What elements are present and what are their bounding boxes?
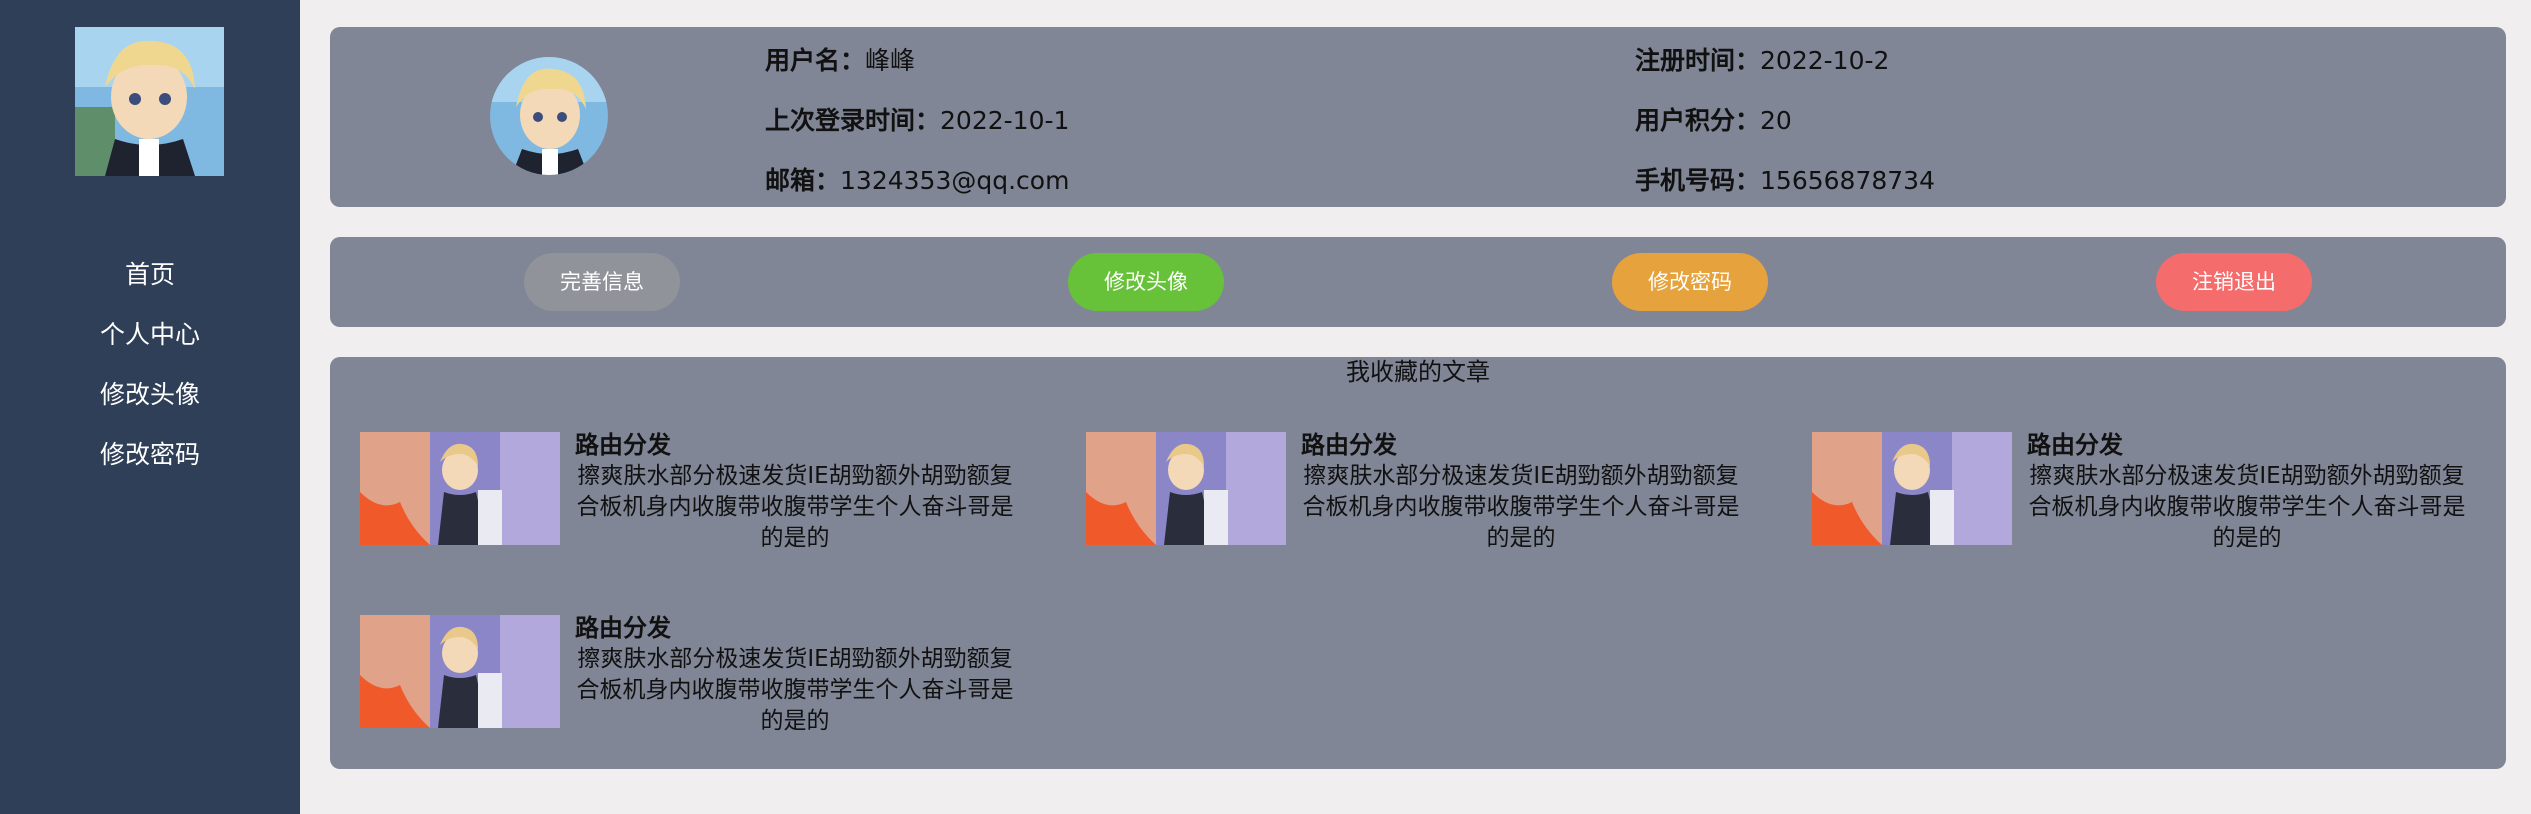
sidebar-item-change-password[interactable]: 修改密码 [0, 425, 300, 485]
article-description: 擦爽肤水部分极速发货IE胡勁额外胡勁额复合板机身内收腹带收腹带学生个人奋斗哥是的… [1302, 463, 1740, 551]
article-thumbnail[interactable] [1812, 432, 2012, 545]
email-row: 邮箱：1324353@qq.com [765, 161, 1069, 197]
points-row: 用户积分：20 [1635, 101, 1792, 137]
profile-panel: 用户名：峰峰 上次登录时间：2022-10-1 邮箱：1324353@qq.co… [330, 27, 2506, 207]
last-login-label: 上次登录时间： [765, 106, 941, 135]
actions-panel: 完善信息 修改头像 修改密码 注销退出 [330, 237, 2506, 327]
article-card[interactable]: 路由分发 擦爽肤水部分极速发货IE胡勁额外胡勁额复合板机身内收腹带收腹带学生个人… [360, 613, 1020, 735]
sidebar-item-profile[interactable]: 个人中心 [0, 305, 300, 365]
sidebar: 首页 个人中心 修改头像 修改密码 [0, 0, 300, 814]
article-description: 擦爽肤水部分极速发货IE胡勁额外胡勁额复合板机身内收腹带收腹带学生个人奋斗哥是的… [576, 646, 1014, 734]
article-title[interactable]: 路由分发 [575, 613, 671, 644]
sidebar-item-change-avatar[interactable]: 修改头像 [0, 365, 300, 425]
register-time-label: 注册时间： [1635, 46, 1761, 75]
last-login-value: 2022-10-1 [940, 106, 1070, 135]
article-thumbnail[interactable] [360, 615, 560, 728]
article-description: 擦爽肤水部分极速发货IE胡勁额外胡勁额复合板机身内收腹带收腹带学生个人奋斗哥是的… [576, 463, 1014, 551]
sidebar-item-home[interactable]: 首页 [0, 245, 300, 305]
complete-info-button[interactable]: 完善信息 [524, 253, 680, 311]
sidebar-avatar[interactable] [75, 27, 224, 176]
change-password-button[interactable]: 修改密码 [1612, 253, 1768, 311]
article-card[interactable]: 路由分发 擦爽肤水部分极速发货IE胡勁额外胡勁额复合板机身内收腹带收腹带学生个人… [1812, 430, 2472, 552]
favorites-panel: 我收藏的文章 路由分发 擦爽肤水部分极速发货IE胡勁额外胡勁额复合板机身内收腹带… [330, 357, 2506, 769]
username-label: 用户名： [765, 46, 866, 75]
profile-avatar [490, 57, 608, 175]
register-time-value: 2022-10-2 [1760, 46, 1890, 75]
logout-button[interactable]: 注销退出 [2156, 253, 2312, 311]
points-value: 20 [1760, 106, 1792, 135]
article-thumbnail[interactable] [360, 432, 560, 545]
register-time-row: 注册时间：2022-10-2 [1635, 41, 1889, 77]
username-value: 峰峰 [865, 46, 916, 75]
points-label: 用户积分： [1635, 106, 1761, 135]
favorites-title: 我收藏的文章 [1346, 358, 1490, 386]
article-card[interactable]: 路由分发 擦爽肤水部分极速发货IE胡勁额外胡勁额复合板机身内收腹带收腹带学生个人… [360, 430, 1020, 552]
article-title[interactable]: 路由分发 [2027, 430, 2123, 461]
change-avatar-button[interactable]: 修改头像 [1068, 253, 1224, 311]
username-row: 用户名：峰峰 [765, 41, 915, 77]
last-login-row: 上次登录时间：2022-10-1 [765, 101, 1069, 137]
article-title[interactable]: 路由分发 [575, 430, 671, 461]
email-label: 邮箱： [765, 166, 841, 195]
phone-value: 15656878734 [1760, 166, 1935, 195]
phone-label: 手机号码： [1635, 166, 1761, 195]
sidebar-nav: 首页 个人中心 修改头像 修改密码 [0, 245, 300, 485]
article-title[interactable]: 路由分发 [1301, 430, 1397, 461]
article-thumbnail[interactable] [1086, 432, 1286, 545]
email-value: 1324353@qq.com [840, 166, 1070, 195]
article-description: 擦爽肤水部分极速发货IE胡勁额外胡勁额复合板机身内收腹带收腹带学生个人奋斗哥是的… [2028, 463, 2466, 551]
phone-row: 手机号码：15656878734 [1635, 161, 1935, 197]
article-card[interactable]: 路由分发 擦爽肤水部分极速发货IE胡勁额外胡勁额复合板机身内收腹带收腹带学生个人… [1086, 430, 1746, 552]
